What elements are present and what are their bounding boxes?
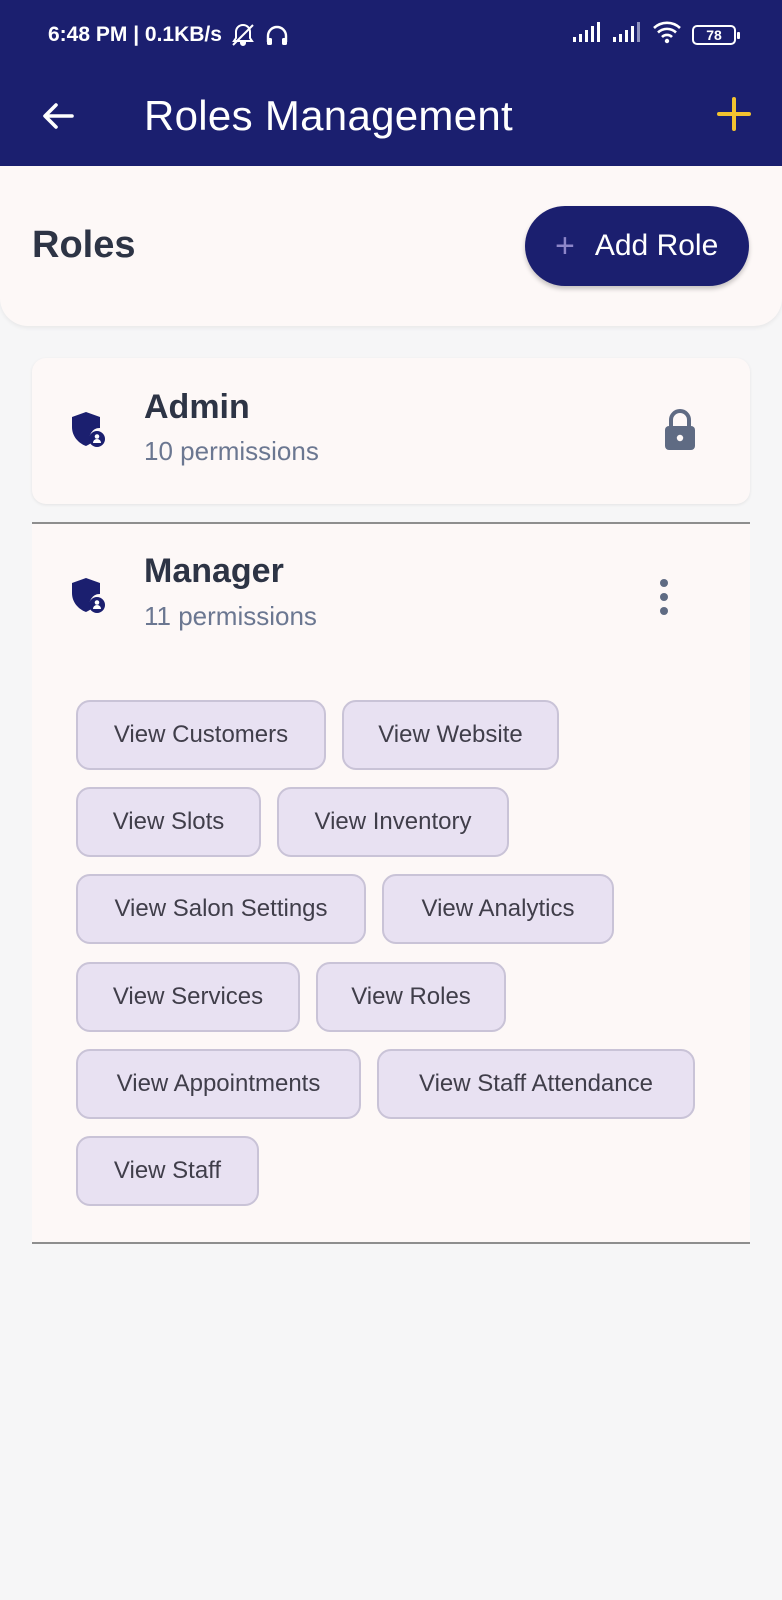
more-vertical-icon: [660, 579, 668, 615]
add-button[interactable]: [712, 92, 756, 136]
plus-icon: +: [555, 227, 575, 265]
shield-user-icon: [72, 412, 105, 447]
permission-chip[interactable]: View Roles: [316, 962, 506, 1032]
permission-chip[interactable]: View Salon Settings: [76, 874, 366, 944]
wifi-icon: [652, 20, 682, 50]
role-permission-count: 11 permissions: [144, 601, 317, 631]
mute-notifications-icon: [230, 22, 256, 48]
more-options-button[interactable]: [644, 574, 684, 620]
role-card-admin[interactable]: Admin 10 permissions: [32, 358, 750, 504]
role-name: Admin: [144, 388, 250, 426]
role-permission-count: 10 permissions: [144, 436, 319, 466]
roles-header-card: Roles + Add Role: [0, 166, 782, 326]
section-title: Roles: [32, 224, 136, 266]
permission-chip[interactable]: View Inventory: [277, 787, 509, 857]
app-header: 6:48 PM | 0.1KB/s 78 Roles Management: [0, 0, 782, 166]
shield-user-icon: [72, 578, 105, 613]
plus-icon: [717, 97, 751, 131]
arrow-left-icon: [43, 103, 74, 129]
status-time: 6:48 PM | 0.1KB/s: [48, 23, 222, 46]
permission-chip[interactable]: View Website: [342, 700, 559, 770]
page-title: Roles Management: [144, 92, 513, 139]
permission-chip[interactable]: View Appointments: [76, 1049, 361, 1119]
permission-chip[interactable]: View Staff Attendance: [377, 1049, 695, 1119]
permission-chip[interactable]: View Staff: [76, 1136, 259, 1206]
permission-chip[interactable]: View Customers: [76, 700, 326, 770]
status-bar: 6:48 PM | 0.1KB/s 78: [0, 0, 782, 70]
signal-icon: [572, 21, 602, 49]
add-role-label: Add Role: [594, 229, 719, 262]
lock-icon: [665, 409, 695, 450]
headphones-icon: [264, 22, 290, 48]
signal-2-icon: [612, 21, 642, 49]
role-card-manager[interactable]: Manager 11 permissions View Customers Vi…: [32, 522, 750, 1244]
app-bar: Roles Management: [0, 70, 782, 166]
add-role-button[interactable]: + Add Role: [525, 206, 749, 286]
permission-chip[interactable]: View Services: [76, 962, 300, 1032]
role-name: Manager: [144, 552, 284, 590]
permission-chip[interactable]: View Analytics: [382, 874, 614, 944]
back-button[interactable]: [36, 94, 80, 138]
battery-indicator: 78: [692, 25, 740, 45]
permission-chip[interactable]: View Slots: [76, 787, 261, 857]
